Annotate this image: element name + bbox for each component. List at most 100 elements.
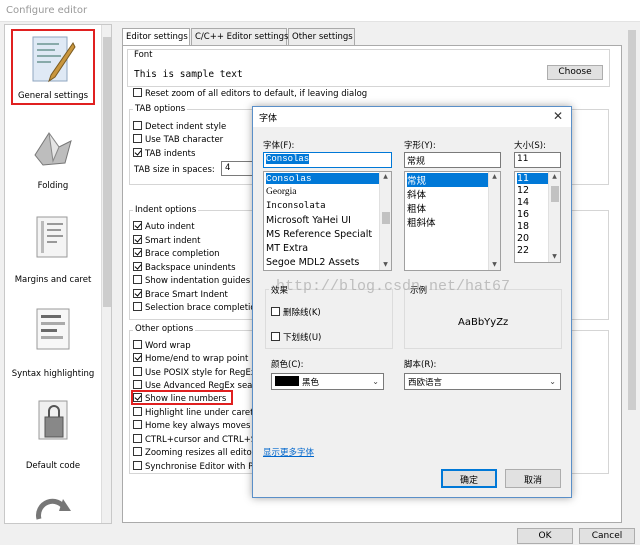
- checkbox-box[interactable]: [133, 275, 142, 284]
- color-select[interactable]: 黑色 ⌄: [271, 373, 384, 390]
- checkbox-box[interactable]: [133, 121, 142, 130]
- checkbox-box[interactable]: [133, 407, 142, 416]
- checkbox-box[interactable]: [133, 221, 142, 230]
- checkbox-box[interactable]: [133, 353, 142, 362]
- scroll-thumb[interactable]: [551, 186, 559, 202]
- sidebar-scroll-thumb[interactable]: [103, 37, 111, 307]
- highlight-line-checkbox[interactable]: Highlight line under caret: [133, 407, 253, 418]
- checkbox-box[interactable]: [133, 262, 142, 271]
- font-list-item[interactable]: Consolas: [266, 173, 379, 184]
- checkbox-box[interactable]: [133, 367, 142, 376]
- sidebar-item-general-settings[interactable]: General settings: [11, 29, 95, 105]
- scroll-down-icon[interactable]: ▼: [380, 261, 391, 268]
- font-list-item[interactable]: Segoe MDL2 Assets: [266, 257, 359, 268]
- sidebar-item-default-code[interactable]: Default code: [5, 395, 101, 471]
- auto-indent-checkbox[interactable]: Auto indent: [133, 221, 195, 232]
- style-list-item[interactable]: 粗斜体: [407, 215, 436, 229]
- font-list[interactable]: Consolas Georgia Inconsolata Microsoft Y…: [263, 171, 392, 271]
- show-indentation-guides-checkbox[interactable]: Show indentation guides: [133, 275, 250, 286]
- ctrl-cursor-checkbox[interactable]: CTRL+cursor and CTRL+S: [133, 434, 256, 445]
- backspace-unindents-checkbox[interactable]: Backspace unindents: [133, 262, 236, 273]
- checkbox-box[interactable]: [133, 148, 142, 157]
- checkbox-box[interactable]: [271, 332, 280, 341]
- font-style-list[interactable]: 常规 斜体 粗体 粗斜体 ▲ ▼: [404, 171, 501, 271]
- smart-indent-checkbox[interactable]: Smart indent: [133, 235, 201, 246]
- use-tab-character-checkbox[interactable]: Use TAB character: [133, 134, 223, 145]
- checkbox-box[interactable]: [133, 134, 142, 143]
- word-wrap-checkbox[interactable]: Word wrap: [133, 340, 191, 351]
- size-list-item[interactable]: 16: [517, 209, 529, 220]
- size-list-scrollbar[interactable]: ▲ ▼: [548, 172, 560, 262]
- font-list-scrollbar[interactable]: ▲ ▼: [379, 172, 391, 270]
- close-icon[interactable]: ✕: [553, 109, 563, 123]
- tab-cpp-editor-settings[interactable]: C/C++ Editor settings: [191, 28, 288, 46]
- font-name-input[interactable]: Consolas: [263, 152, 392, 168]
- checkbox-box[interactable]: [133, 289, 142, 298]
- size-list-item[interactable]: 12: [517, 185, 529, 196]
- font-list-item[interactable]: Microsoft YaHei UI: [266, 215, 351, 226]
- style-list-scrollbar[interactable]: ▲ ▼: [488, 172, 500, 270]
- scroll-down-icon[interactable]: ▼: [549, 253, 560, 260]
- main-scroll-thumb[interactable]: [628, 30, 636, 410]
- sidebar-item-partial[interactable]: [5, 487, 101, 523]
- checkbox-box[interactable]: [133, 420, 142, 429]
- dialog-cancel-button[interactable]: 取消: [505, 469, 561, 488]
- home-end-wrap-checkbox[interactable]: Home/end to wrap point: [133, 353, 248, 364]
- checkbox-box[interactable]: [133, 88, 142, 97]
- sidebar-item-margins-and-caret[interactable]: Margins and caret: [5, 211, 101, 285]
- font-size-input[interactable]: 11: [514, 152, 561, 168]
- size-list-item[interactable]: 11: [517, 173, 548, 184]
- size-list-item[interactable]: 20: [517, 233, 529, 244]
- detect-indent-checkbox[interactable]: Detect indent style: [133, 121, 226, 132]
- script-select[interactable]: 西欧语言 ⌄: [404, 373, 561, 390]
- font-list-item[interactable]: Inconsolata: [266, 201, 326, 211]
- synchronise-checkbox[interactable]: Synchronise Editor with Pr: [133, 461, 257, 472]
- scroll-down-icon[interactable]: ▼: [489, 261, 500, 268]
- checkbox-box[interactable]: [133, 434, 142, 443]
- sidebar-item-folding[interactable]: Folding: [5, 121, 101, 191]
- reset-zoom-checkbox[interactable]: Reset zoom of all editors to default, if…: [133, 88, 367, 99]
- show-line-numbers-checkbox[interactable]: Show line numbers: [133, 393, 226, 404]
- checkbox-box[interactable]: [133, 235, 142, 244]
- checkbox-box[interactable]: [133, 380, 142, 389]
- style-list-item[interactable]: 常规: [407, 173, 488, 187]
- strikeout-checkbox[interactable]: 删除线(K): [271, 306, 321, 318]
- font-list-item[interactable]: Georgia: [266, 187, 296, 197]
- selection-brace-completion-checkbox[interactable]: Selection brace completion: [133, 302, 261, 313]
- font-list-item[interactable]: MT Extra: [266, 243, 308, 254]
- show-more-fonts-link[interactable]: 显示更多字体: [263, 446, 314, 458]
- size-list-item[interactable]: 18: [517, 221, 529, 232]
- brace-completion-checkbox[interactable]: Brace completion: [133, 248, 220, 259]
- style-list-item[interactable]: 粗体: [407, 201, 426, 215]
- scroll-up-icon[interactable]: ▲: [489, 173, 500, 180]
- checkbox-box[interactable]: [133, 393, 142, 402]
- zooming-checkbox[interactable]: Zooming resizes all editors: [133, 447, 260, 458]
- checkbox-box[interactable]: [271, 307, 280, 316]
- checkbox-box[interactable]: [133, 340, 142, 349]
- dialog-ok-button[interactable]: 确定: [441, 469, 497, 488]
- size-list-item[interactable]: 22: [517, 245, 529, 256]
- font-list-item[interactable]: MS Reference Specialt: [266, 229, 372, 240]
- checkbox-box[interactable]: [133, 447, 142, 456]
- cancel-button[interactable]: Cancel: [579, 528, 635, 544]
- choose-font-button[interactable]: Choose: [547, 65, 603, 80]
- ok-button[interactable]: OK: [517, 528, 573, 544]
- sidebar-item-syntax-highlighting[interactable]: Syntax highlighting: [5, 303, 101, 379]
- size-list-item[interactable]: 14: [517, 197, 529, 208]
- folding-icon: [34, 132, 72, 166]
- scroll-up-icon[interactable]: ▲: [549, 173, 560, 180]
- style-list-item[interactable]: 斜体: [407, 187, 426, 201]
- tab-indents-checkbox[interactable]: TAB indents: [133, 148, 195, 159]
- scroll-thumb[interactable]: [382, 212, 390, 224]
- font-style-input[interactable]: 常规: [404, 152, 501, 168]
- font-size-list[interactable]: 11 12 14 16 18 20 22 ▲ ▼: [514, 171, 561, 263]
- brace-smart-indent-checkbox[interactable]: Brace Smart Indent: [133, 289, 228, 300]
- scroll-up-icon[interactable]: ▲: [380, 173, 391, 180]
- underline-checkbox[interactable]: 下划线(U): [271, 331, 321, 343]
- posix-regex-checkbox[interactable]: Use POSIX style for RegEx: [133, 367, 256, 378]
- checkbox-box[interactable]: [133, 302, 142, 311]
- checkbox-box[interactable]: [133, 248, 142, 257]
- tab-other-settings[interactable]: Other settings: [288, 28, 355, 46]
- checkbox-box[interactable]: [133, 461, 142, 470]
- home-key-checkbox[interactable]: Home key always moves c: [133, 420, 258, 431]
